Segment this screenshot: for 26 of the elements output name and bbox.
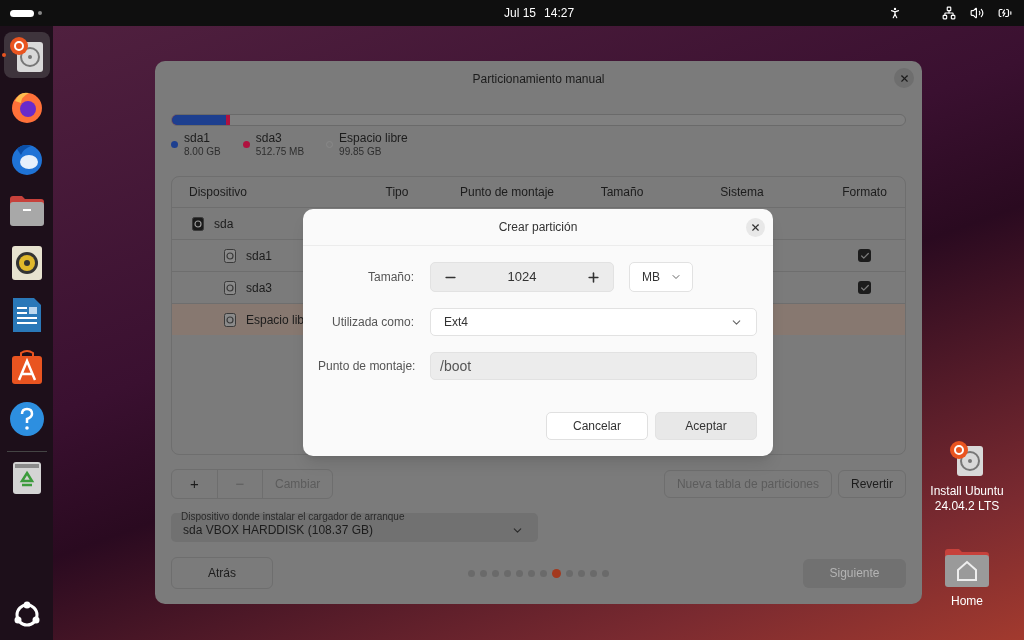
column-header: Formato: [841, 184, 888, 201]
column-header: Tipo: [384, 184, 410, 201]
desktop-icon-label: Install Ubuntu 24.04.2 LTS: [929, 484, 1005, 514]
legend-name: Espacio libre: [339, 131, 408, 146]
column-header: Punto de montaje: [458, 184, 556, 201]
legend-size: 512.75 MB: [255, 146, 305, 158]
device-name: Espacio lib: [246, 311, 305, 329]
legend-size: 8.00 GB: [184, 146, 221, 158]
column-header: Dispositivo: [188, 184, 249, 201]
size-value: 1024: [506, 268, 538, 287]
device-name: sda: [214, 215, 234, 233]
field-label: Punto de montaje:: [318, 358, 414, 375]
legend-name: sda3: [255, 131, 283, 146]
column-header: Sistema: [719, 184, 765, 201]
device-name: sda1: [246, 247, 273, 265]
legend-name: sda1: [184, 131, 212, 146]
date-text: Jul 15: [504, 5, 537, 22]
desktop-icon-label: Home: [950, 594, 984, 609]
device-name: sda3: [246, 279, 273, 297]
dialog-title: Crear partición: [498, 219, 578, 236]
field-label: Tamaño:: [366, 269, 414, 286]
column-header: Tamaño: [599, 184, 645, 201]
window-title: Particionamiento manual: [472, 71, 605, 88]
field-label: Utilizada como:: [330, 314, 414, 331]
legend-size: 99.85 GB: [339, 146, 383, 158]
time-text: 14:27: [544, 5, 575, 22]
